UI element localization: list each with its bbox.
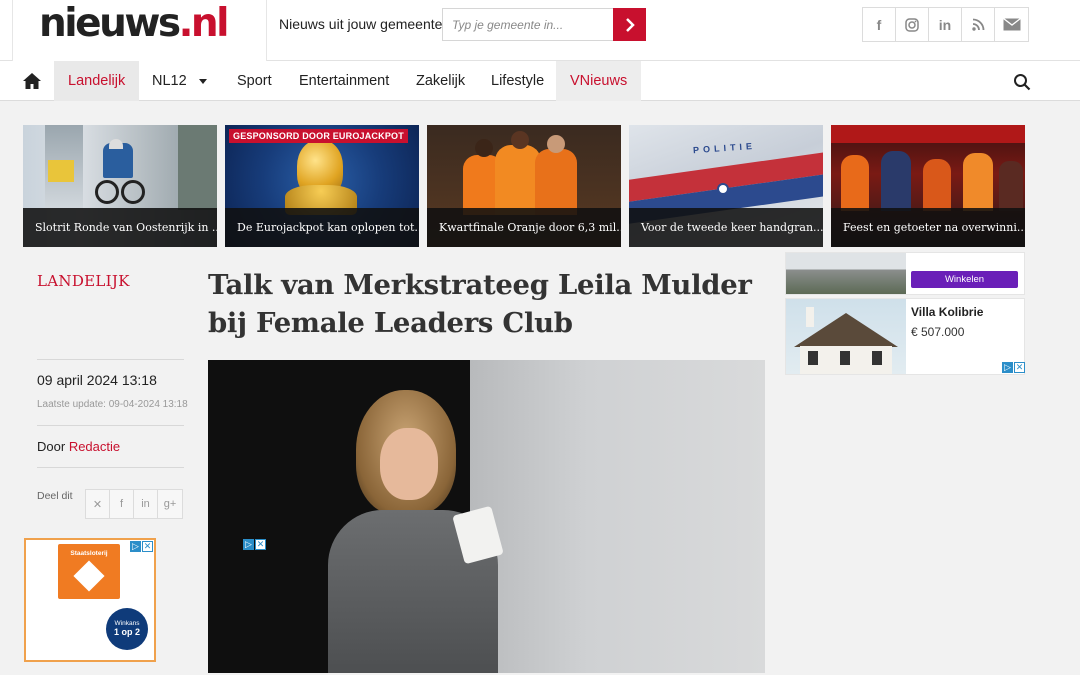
villa-ad[interactable]: Villa Kolibrie € 507.000 ▷ ✕ [785, 298, 1025, 375]
gemeente-label: Nieuws uit jouw gemeente: [279, 16, 447, 32]
featured-article-card[interactable]: Slotrit Ronde van Oostenrijk in ... [23, 125, 217, 247]
gemeente-submit-button[interactable] [613, 8, 646, 41]
article-title: Talk van Merkstrateeg Leila Mulder bij F… [208, 269, 752, 339]
adchoices-icon[interactable]: ▷ ✕ [1002, 362, 1025, 373]
home-icon[interactable] [22, 72, 42, 90]
site-logo[interactable]: nieuws.nl [39, 1, 230, 46]
divider [37, 467, 184, 468]
top-bar: nieuws.nl Nieuws uit jouw gemeente: f in [0, 0, 1080, 61]
main-navigation: Landelijk NL12 Sport Entertainment Zakel… [0, 61, 1080, 101]
close-icon[interactable]: ✕ [142, 541, 153, 552]
nav-item-sport[interactable]: Sport [237, 61, 272, 101]
publish-date: 09 april 2024 13:18 [37, 372, 157, 388]
adchoices-play-icon: ▷ [1002, 362, 1013, 373]
author-link[interactable]: Redactie [69, 439, 120, 454]
featured-article-card[interactable]: Kwartfinale Oranje door 6,3 mil... [427, 125, 621, 247]
featured-article-title: Feest en getoeter na overwinni... [831, 208, 1025, 247]
logo-container[interactable]: nieuws.nl [12, 0, 267, 61]
featured-article-card[interactable]: Feest en getoeter na overwinni... [831, 125, 1025, 247]
chevron-right-icon [625, 17, 635, 32]
author-line: Door Redactie [37, 439, 120, 454]
gemeente-search-input[interactable] [442, 8, 614, 41]
nav-item-vnieuws[interactable]: VNieuws [556, 61, 642, 101]
nav-item-zakelijk[interactable]: Zakelijk [416, 61, 465, 101]
featured-article-title: Voor de tweede keer handgran... [629, 208, 823, 247]
speaker-figure [308, 390, 538, 673]
staatsloterij-logo: Staatsloterij [58, 544, 120, 599]
adchoices-play-icon: ▷ [130, 541, 141, 552]
featured-article-title: Slotrit Ronde van Oostenrijk in ... [23, 208, 217, 247]
close-icon[interactable]: ✕ [1014, 362, 1025, 373]
nav-item-landelijk[interactable]: Landelijk [54, 61, 140, 101]
sponsored-badge: GESPONSORD DOOR EUROJACKPOT [229, 129, 408, 143]
mail-icon[interactable] [995, 8, 1028, 41]
villa-photo [786, 299, 906, 374]
nav-item-nl12[interactable]: NL12 [152, 61, 207, 101]
featured-article-title: Kwartfinale Oranje door 6,3 mil... [427, 208, 621, 247]
share-buttons: ✕ f in g+ [85, 489, 183, 519]
winkelen-button[interactable]: Winkelen [911, 271, 1018, 288]
linkedin-icon[interactable]: in [929, 8, 962, 41]
nav-item-nl12-label: NL12 [152, 73, 187, 89]
winkans-badge: Winkans 1 op 2 [106, 608, 148, 650]
ad-brand-name: Staatsloterij [70, 550, 108, 557]
adchoices-icon[interactable]: ▷ ✕ [130, 541, 153, 552]
section-label[interactable]: LANDELIJK [37, 272, 130, 290]
divider [37, 359, 184, 360]
close-icon[interactable]: ✕ [255, 539, 266, 550]
winkans-label: Winkans [114, 620, 140, 627]
facebook-icon[interactable]: f [863, 8, 896, 41]
staatsloterij-ad[interactable]: Staatsloterij Winkans 1 op 2 ▷ ✕ [24, 538, 156, 662]
adchoices-icon[interactable]: ▷ ✕ [243, 539, 266, 550]
facebook-icon[interactable]: f [110, 490, 134, 518]
villa-price: € 507.000 [911, 325, 965, 339]
nav-item-lifestyle[interactable]: Lifestyle [491, 61, 544, 101]
house-photo [786, 253, 906, 294]
caret-down-icon [198, 78, 207, 84]
x-icon[interactable]: ✕ [86, 490, 110, 518]
adchoices-play-icon: ▷ [243, 539, 254, 550]
featured-articles: Slotrit Ronde van Oostenrijk in ... GESP… [23, 125, 1026, 247]
article-video[interactable]: ▷ ✕ [208, 360, 765, 673]
featured-article-card[interactable]: POLITIE Voor de tweede keer handgran... [629, 125, 823, 247]
villa-title: Villa Kolibrie [911, 305, 984, 319]
rss-icon[interactable] [962, 8, 995, 41]
last-updated: Laatste update: 09-04-2024 13:18 [37, 399, 188, 410]
social-links: f in [862, 7, 1029, 42]
instagram-icon[interactable] [896, 8, 929, 41]
logo-text: nieuws [39, 1, 181, 46]
nav-item-entertainment[interactable]: Entertainment [299, 61, 389, 101]
search-icon[interactable] [1013, 73, 1031, 91]
divider [37, 425, 184, 426]
logo-tld: .nl [178, 1, 230, 46]
author-prefix: Door [37, 439, 66, 454]
linkedin-icon[interactable]: in [134, 490, 158, 518]
featured-article-card[interactable]: GESPONSORD DOOR EUROJACKPOT De Eurojackp… [225, 125, 419, 247]
googleplus-icon[interactable]: g+ [158, 490, 182, 518]
staatsloterij-diamond-icon [73, 560, 105, 592]
winkans-value: 1 op 2 [113, 627, 140, 637]
featured-article-title: De Eurojackpot kan oplopen tot... [225, 208, 419, 247]
share-label: Deel dit [37, 490, 73, 502]
